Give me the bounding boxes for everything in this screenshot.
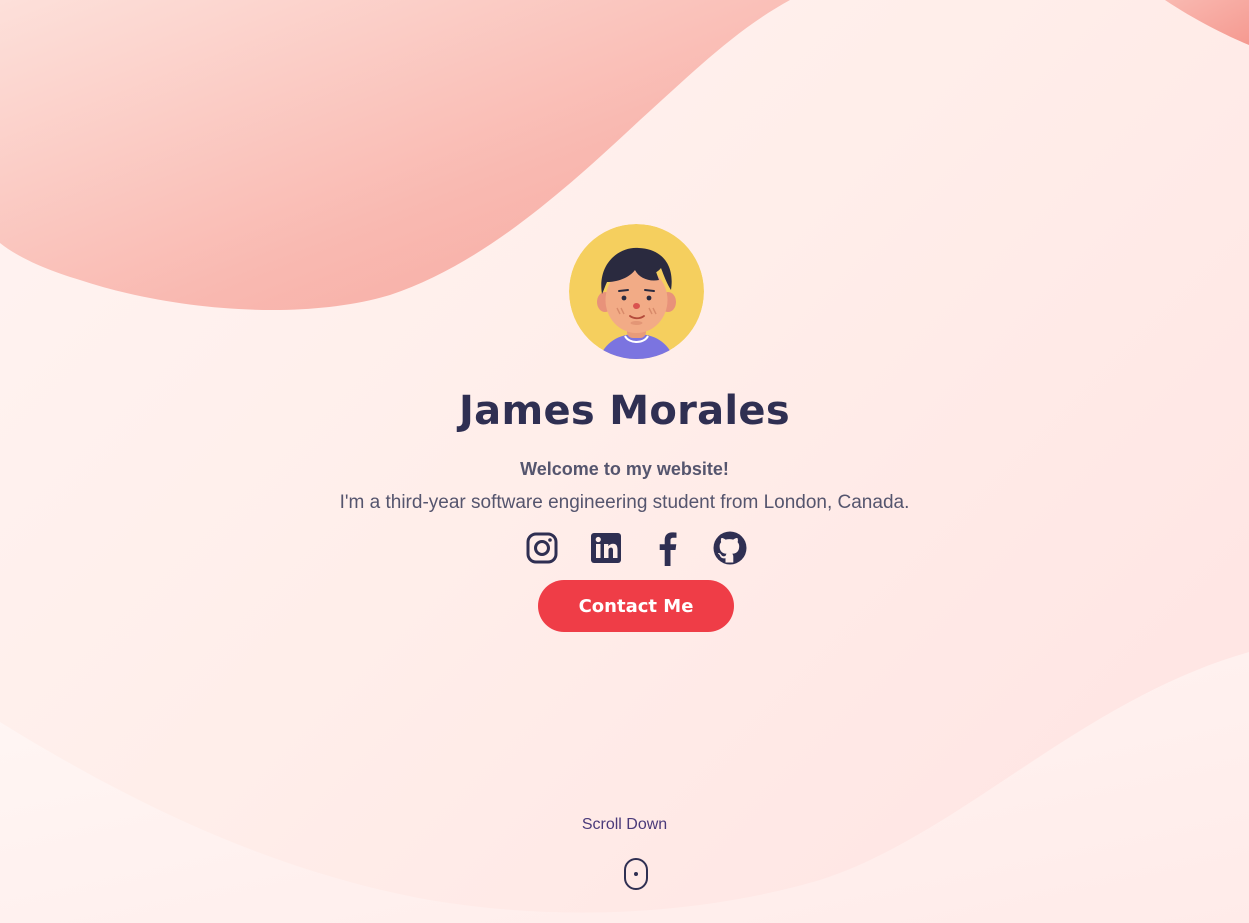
- avatar: [569, 224, 704, 359]
- profile-name: James Morales: [459, 388, 790, 434]
- linkedin-link[interactable]: [588, 530, 624, 566]
- instagram-link[interactable]: [524, 530, 560, 566]
- instagram-icon: [526, 532, 558, 564]
- social-links: [522, 530, 752, 568]
- contact-me-button[interactable]: Contact Me: [538, 580, 734, 632]
- github-icon: [713, 531, 747, 565]
- scroll-down-label: Scroll Down: [581, 816, 668, 833]
- welcome-text: Welcome to my website!: [520, 459, 729, 479]
- hero-section: James Morales Welcome to my website! I'm…: [0, 0, 1249, 923]
- avatar-illustration-icon: [569, 224, 704, 359]
- scroll-down-link[interactable]: [623, 857, 649, 891]
- facebook-link[interactable]: [650, 530, 686, 566]
- github-link[interactable]: [712, 530, 748, 566]
- facebook-icon: [659, 532, 677, 566]
- intro-text: I'm a third-year software engineering st…: [339, 492, 910, 513]
- mouse-scroll-icon: [624, 858, 648, 890]
- linkedin-icon: [591, 533, 621, 563]
